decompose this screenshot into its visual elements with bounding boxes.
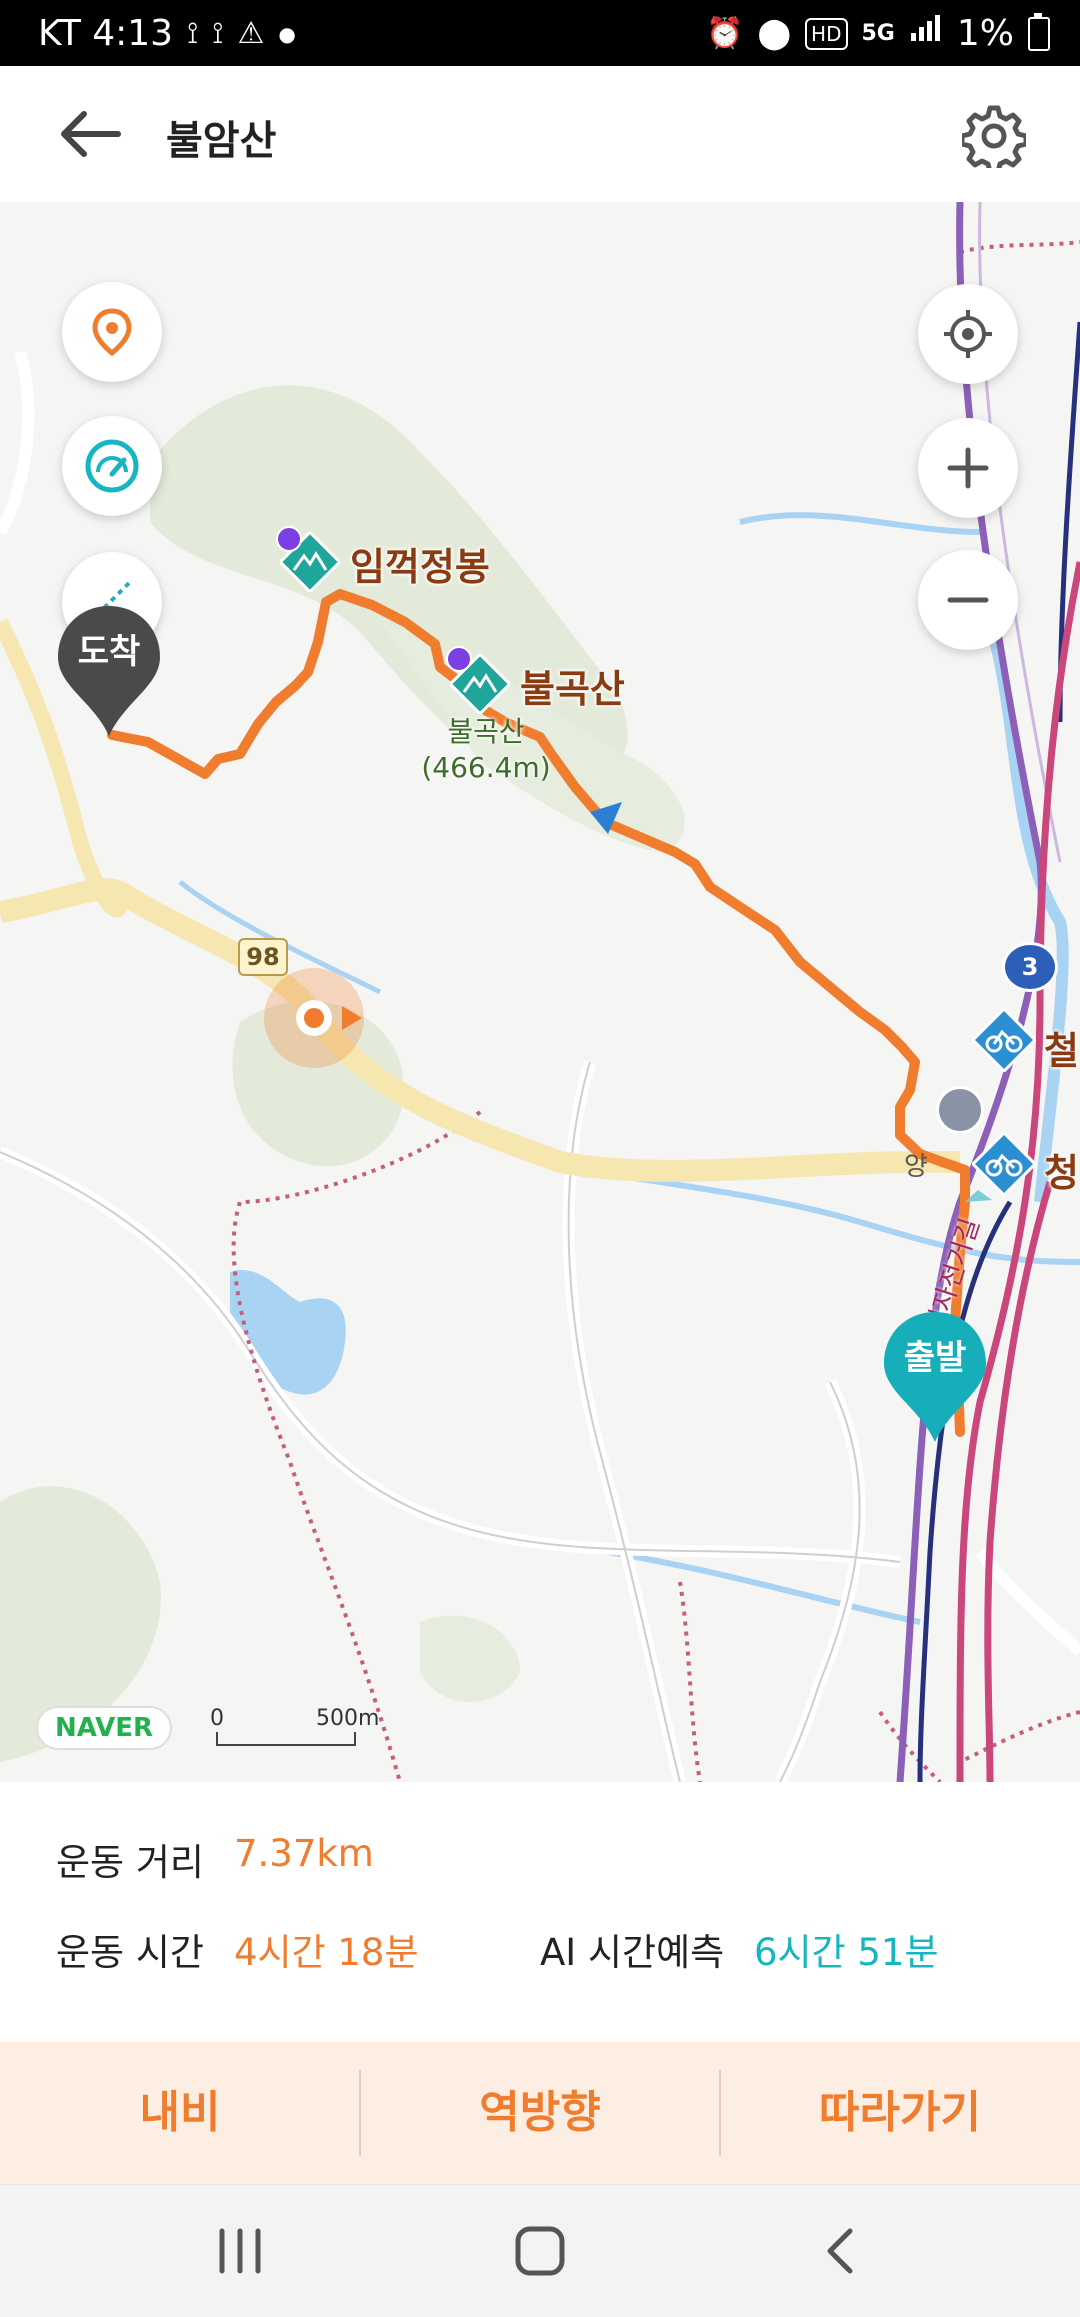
peak-label-bulgoksan: 불곡산 <box>520 667 625 711</box>
my-location-icon <box>944 310 992 358</box>
back-nav-button[interactable] <box>800 2221 880 2281</box>
gear-icon <box>959 105 1029 175</box>
battery-percent: 1% <box>956 13 1014 54</box>
summary-sheet: 운동 거리 7.37km 운동 시간 4시간 18분 AI 시간예측 6시간 5… <box>0 1782 1080 2042</box>
route-number-badge: 3 <box>1002 942 1058 992</box>
warning-icon: ⚠ <box>237 15 265 51</box>
map-view[interactable]: 98 3 임꺽정봉 불곡산 불곡산 (466.4m) 철 청 양 중랑천자전거길… <box>0 202 1080 1782</box>
action-bar: 내비 역방향 따라가기 <box>0 2042 1080 2184</box>
reverse-button[interactable]: 역방향 <box>360 2042 720 2184</box>
peak-info-label: 불곡산 (466.4m) <box>416 714 556 786</box>
home-icon <box>515 2226 565 2276</box>
hd-icon: HD <box>805 17 848 50</box>
my-location-button[interactable] <box>918 284 1018 384</box>
peak-info-name: 불곡산 <box>447 715 525 748</box>
arrow-left-icon <box>61 111 121 157</box>
location-pin-icon <box>92 308 132 357</box>
scale-start: 0 <box>210 1706 224 1731</box>
ai-estimate-value: 6시간 51분 <box>754 1931 939 1974</box>
distance-value: 7.37km <box>234 1832 374 1875</box>
speedometer-button[interactable] <box>62 416 162 516</box>
carrier-time: KT 4:13 <box>38 13 174 54</box>
settings-button[interactable] <box>959 104 1029 175</box>
back-button[interactable] <box>56 106 136 162</box>
peak-badge-icon <box>276 526 302 552</box>
naver-logo: NAVER <box>36 1706 172 1750</box>
peak-label-imkkeokjeongbong: 임꺽정봉 <box>350 545 490 589</box>
time-label: 운동 시간 <box>56 1931 204 1974</box>
location-icon: ⬤ <box>757 15 792 51</box>
divider <box>359 2070 361 2156</box>
page-title: 불암산 <box>166 118 277 164</box>
station-label: 양 <box>904 1152 928 1182</box>
status-bar: KT 4:13 ⟟ ⟟ ⚠ ● ⏰ ⬤ HD 5G 1% <box>0 0 1080 66</box>
recent-apps-button[interactable] <box>200 2221 280 2281</box>
shoe-icon: ⟟ <box>187 15 199 51</box>
shoe-icon: ⟟ <box>212 15 224 51</box>
app-header: 불암산 <box>0 66 1080 202</box>
road-number-badge: 98 <box>238 938 288 976</box>
recent-apps-icon <box>219 2228 261 2274</box>
peak-info-elevation: (466.4m) <box>421 751 551 784</box>
back-nav-icon <box>827 2228 853 2274</box>
start-pin[interactable]: 출발 <box>880 1308 990 1448</box>
navi-button[interactable]: 내비 <box>0 2042 360 2184</box>
end-pin[interactable]: 도착 <box>54 602 164 742</box>
zoom-out-icon <box>947 597 989 603</box>
zoom-out-button[interactable] <box>918 550 1018 650</box>
follow-button[interactable]: 따라가기 <box>720 2042 1080 2184</box>
peak-badge-icon <box>446 646 472 672</box>
ai-estimate-label: AI 시간예측 <box>540 1931 725 1974</box>
location-pin-button[interactable] <box>62 282 162 382</box>
distance-label: 운동 거리 <box>56 1841 204 1884</box>
bike-marker-icon[interactable] <box>970 1130 1038 1198</box>
end-pin-label: 도착 <box>77 632 141 672</box>
dot-icon: ● <box>278 21 296 46</box>
zoom-in-button[interactable] <box>918 418 1018 518</box>
station-icon <box>936 1086 984 1134</box>
map-base <box>0 202 1080 1782</box>
scale-bar <box>216 1732 356 1746</box>
current-location-marker <box>264 968 364 1068</box>
scale-end: 500m <box>316 1706 380 1731</box>
system-nav-bar <box>0 2184 1080 2317</box>
bike-marker-icon[interactable] <box>970 1006 1038 1074</box>
speedometer-icon <box>85 439 139 493</box>
right-label-1: 철 <box>1044 1029 1079 1073</box>
home-button[interactable] <box>500 2221 580 2281</box>
5g-icon: 5G <box>861 20 895 46</box>
time-value: 4시간 18분 <box>234 1931 419 1974</box>
start-pin-label: 출발 <box>903 1338 967 1378</box>
divider <box>719 2070 721 2156</box>
battery-icon <box>1028 12 1050 51</box>
signal-icon <box>909 13 943 54</box>
zoom-in-icon <box>947 447 989 489</box>
alarm-icon: ⏰ <box>706 15 744 51</box>
right-label-2: 청 <box>1044 1151 1079 1195</box>
